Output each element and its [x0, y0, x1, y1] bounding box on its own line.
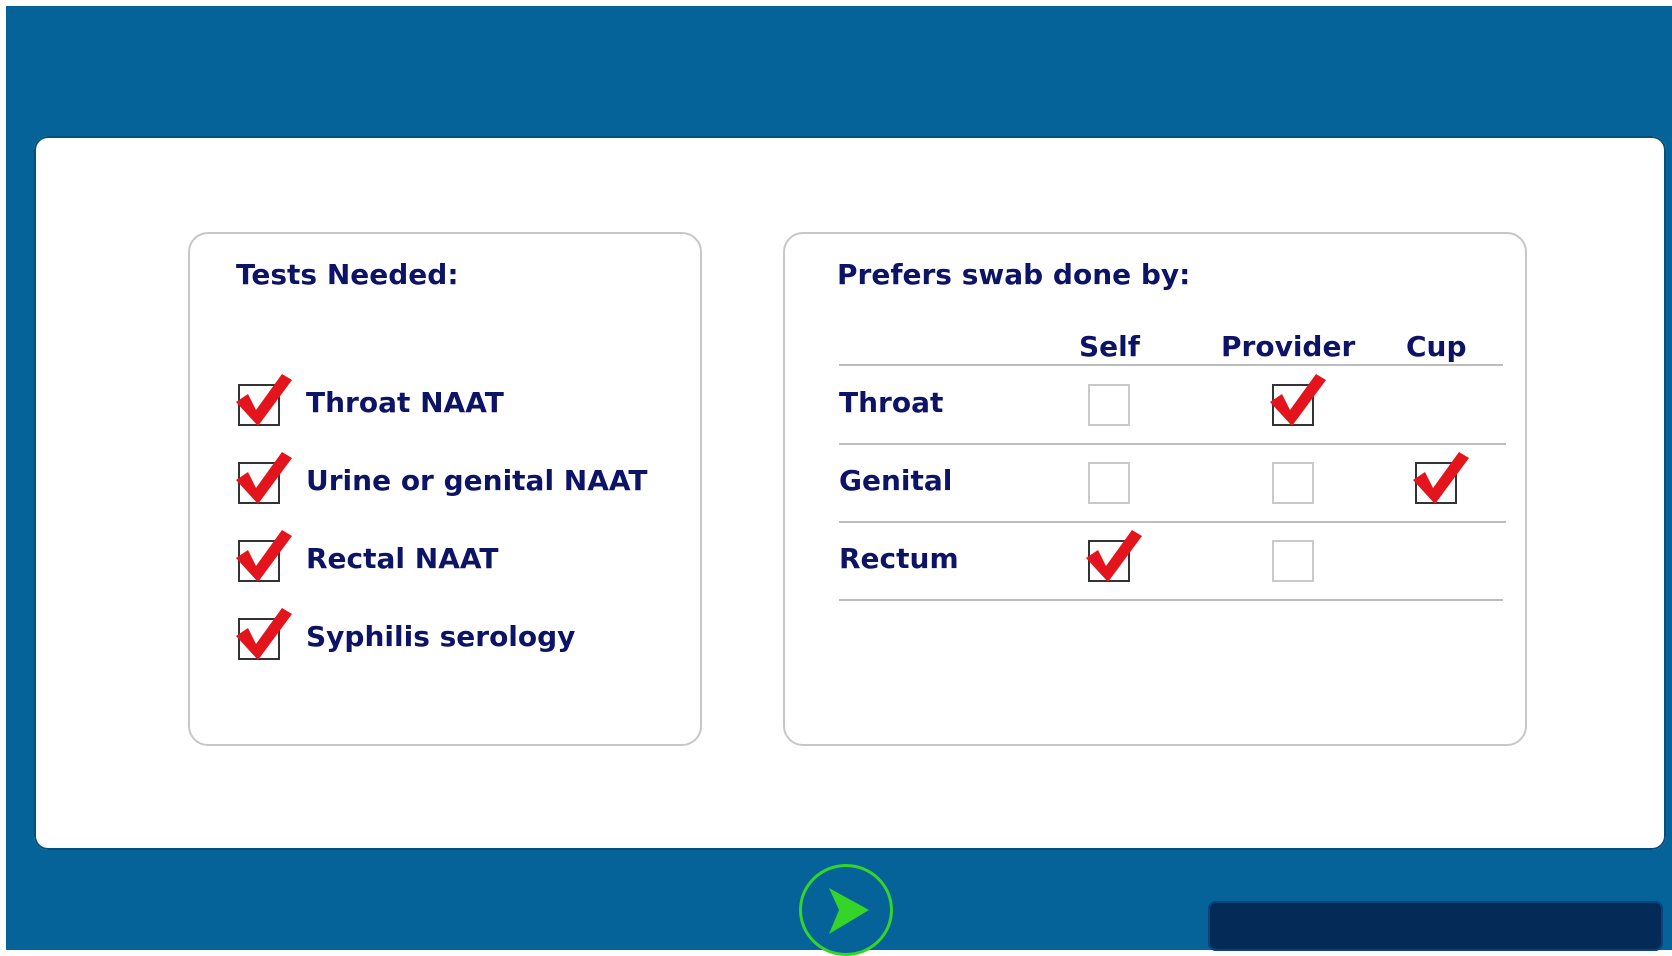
genital-cup-checkbox[interactable]	[1413, 452, 1469, 504]
checkmark-icon	[1270, 374, 1326, 426]
next-button[interactable]	[799, 864, 893, 956]
tests-needed-panel: Tests Needed: Throat NAAT Urine or genit…	[188, 232, 702, 746]
swab-preference-panel: Prefers swab done by: Self Provider Cup …	[783, 232, 1527, 746]
arrow-right-icon	[829, 888, 869, 934]
progress-bar	[1208, 901, 1663, 951]
rectum-provider-checkbox[interactable]	[1272, 540, 1314, 582]
urine-genital-naat-label: Urine or genital NAAT	[306, 464, 648, 497]
throat-naat-label: Throat NAAT	[306, 386, 504, 419]
content-card: Tests Needed: Throat NAAT Urine or genit…	[34, 136, 1666, 850]
column-header-self: Self	[1079, 330, 1140, 363]
rectal-naat-checkbox[interactable]	[236, 530, 292, 582]
table-divider	[839, 599, 1503, 601]
table-divider	[839, 443, 1506, 445]
urine-genital-naat-checkbox[interactable]	[236, 452, 292, 504]
throat-provider-checkbox[interactable]	[1270, 374, 1326, 426]
rectal-naat-label: Rectal NAAT	[306, 542, 499, 575]
checkmark-icon	[236, 374, 292, 426]
checkmark-icon	[1086, 530, 1142, 582]
table-divider	[839, 521, 1506, 523]
app-background: Tests Needed: Throat NAAT Urine or genit…	[6, 6, 1672, 956]
column-header-provider: Provider	[1221, 330, 1356, 363]
row-label-genital: Genital	[839, 464, 953, 497]
table-divider	[839, 364, 1503, 366]
tests-needed-title: Tests Needed:	[236, 258, 459, 291]
rectum-self-checkbox[interactable]	[1086, 530, 1142, 582]
checkmark-icon	[1413, 452, 1469, 504]
checkmark-icon	[236, 452, 292, 504]
row-label-rectum: Rectum	[839, 542, 959, 575]
checkmark-icon	[236, 608, 292, 660]
syphilis-serology-label: Syphilis serology	[306, 620, 576, 653]
column-header-cup: Cup	[1406, 330, 1467, 363]
syphilis-serology-checkbox[interactable]	[236, 608, 292, 660]
throat-naat-checkbox[interactable]	[236, 374, 292, 426]
throat-self-checkbox[interactable]	[1088, 384, 1130, 426]
genital-self-checkbox[interactable]	[1088, 462, 1130, 504]
checkmark-icon	[236, 530, 292, 582]
swab-preference-title: Prefers swab done by:	[837, 258, 1191, 291]
genital-provider-checkbox[interactable]	[1272, 462, 1314, 504]
row-label-throat: Throat	[839, 386, 944, 419]
